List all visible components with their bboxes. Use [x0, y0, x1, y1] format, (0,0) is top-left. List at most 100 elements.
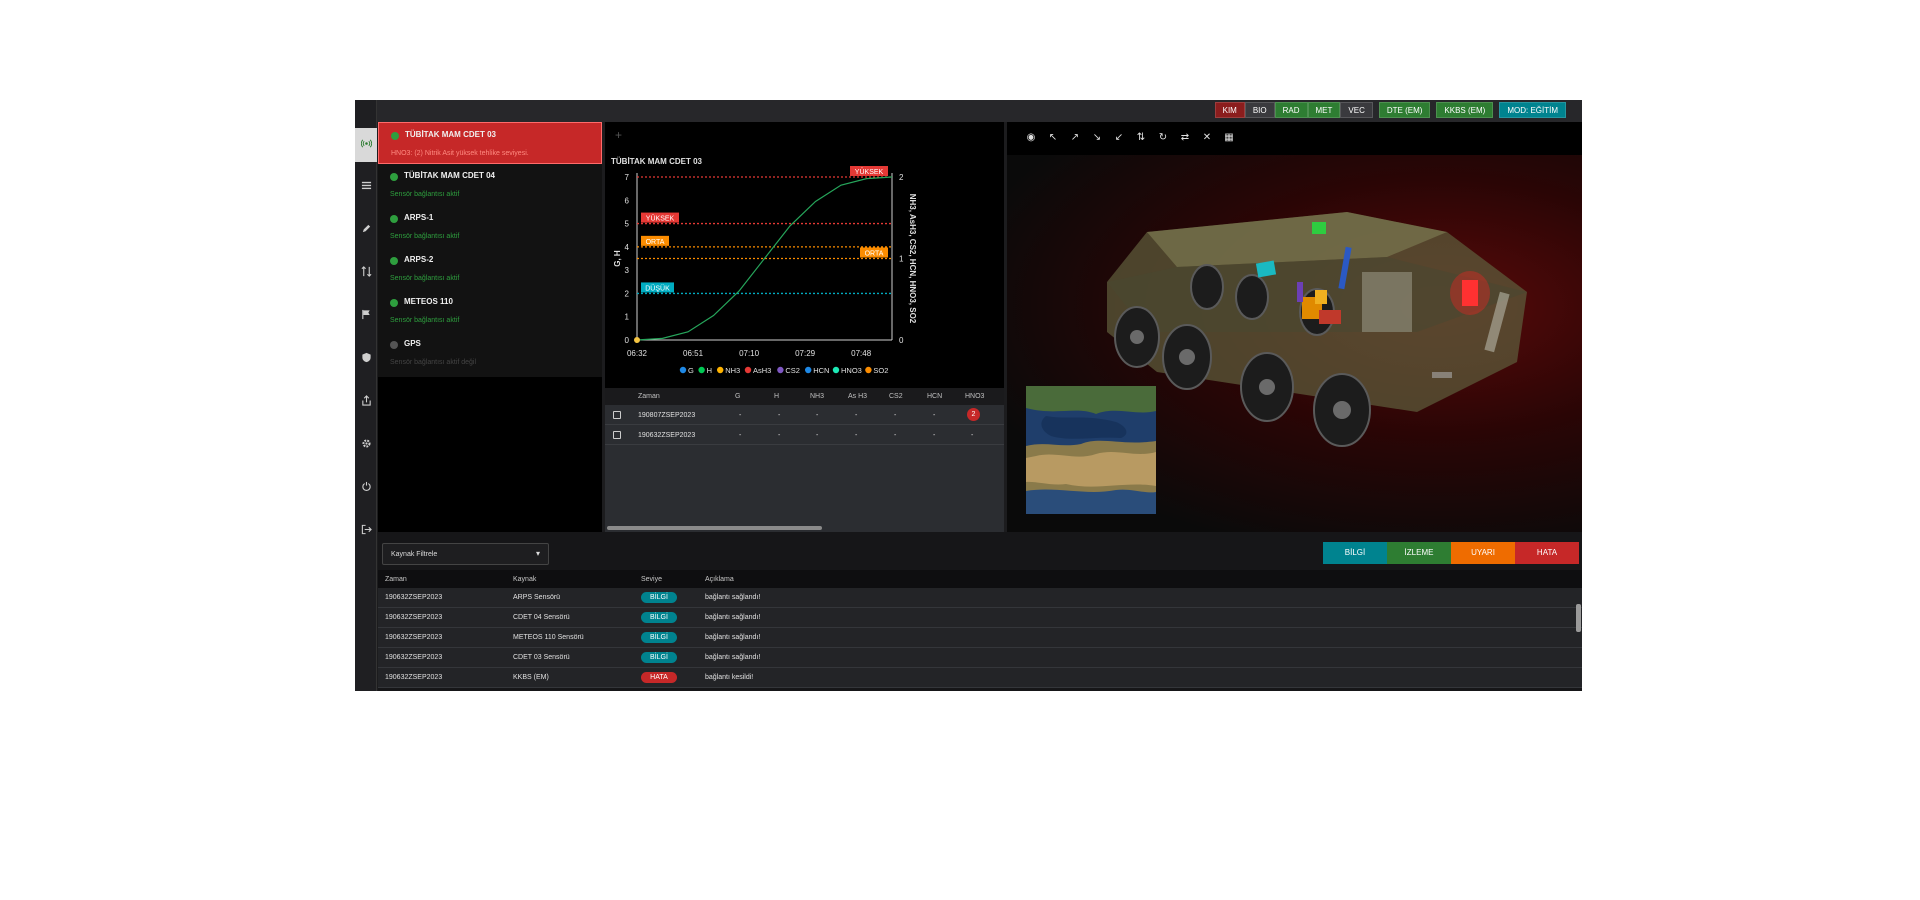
row-checkbox[interactable]: [613, 431, 621, 439]
readings-table: Zaman G H NH3 As H3 CS2 HCN HNO3 190807Z…: [605, 388, 1004, 532]
series-start-point: [634, 337, 640, 343]
mode-badge-vec[interactable]: VEC: [1340, 102, 1373, 118]
sensor-item[interactable]: ARPS-1 Sensör bağlantısı aktif: [378, 206, 602, 248]
column-header: As H3: [848, 393, 868, 400]
power-icon: [361, 481, 372, 495]
level-filter-warning[interactable]: UYARI: [1451, 542, 1515, 564]
sensor-chart: 0 1 2 3 4 5 6 7 0 1 2 06:32 06:51 07:10 07:29 07:48 G, H…: [613, 166, 917, 375]
sidebar-item-shield[interactable]: [355, 342, 377, 376]
event-log: Kaynak Filtrele ▾ BİLGİ İZLEME UYARI HAT…: [378, 532, 1582, 691]
shrink-icon[interactable]: ✕: [1201, 132, 1213, 144]
hno3-alert-badge: 2: [967, 408, 980, 421]
threshold-label: ORTA: [646, 239, 665, 246]
sidebar-item-flag[interactable]: [355, 299, 377, 333]
sensor-status-dot: [390, 257, 398, 265]
level-filter-info[interactable]: BİLGİ: [1323, 542, 1387, 564]
level-filter-monitor[interactable]: İZLEME: [1387, 542, 1451, 564]
sensor-item[interactable]: ARPS-2 Sensör bağlantısı aktif: [378, 248, 602, 290]
log-time: 190632ZSEP2023: [385, 654, 443, 661]
sidebar-item-share[interactable]: [355, 385, 377, 419]
arrow-up-right-icon[interactable]: ↗: [1069, 132, 1081, 144]
location-minimap[interactable]: [1026, 386, 1156, 514]
sensor-name: ARPS-1: [404, 213, 434, 222]
top-bar: KIM BIO RAD MET VEC DTE (EM) KKBS (EM) M…: [355, 100, 1582, 122]
share-icon: [361, 395, 372, 409]
level-filter-error[interactable]: HATA: [1515, 542, 1579, 564]
x-tick: 07:29: [795, 349, 816, 358]
legend-marker: [805, 366, 812, 374]
row-time: 190807ZSEP2023: [638, 412, 696, 419]
column-header: HCN: [927, 393, 943, 400]
mode-badge-met[interactable]: MET: [1307, 102, 1341, 118]
swap-horizontal-icon[interactable]: ⇄: [1179, 132, 1191, 144]
level-badge: BİLGİ: [641, 652, 677, 663]
arrow-down-left-icon[interactable]: ↙: [1113, 132, 1125, 144]
sensor-item[interactable]: GPS Sensör bağlantısı aktif değil: [378, 332, 602, 374]
grid-icon[interactable]: ▦: [1223, 132, 1235, 144]
legend-marker: [698, 366, 705, 374]
x-tick: 07:48: [851, 349, 872, 358]
y-tick-left: 0: [625, 336, 630, 345]
sidebar-item-edit[interactable]: [355, 213, 377, 247]
legend-label: NH3: [725, 366, 740, 375]
logout-icon: [361, 524, 372, 538]
legend-label: H: [707, 366, 712, 375]
sensor-item[interactable]: TÜBİTAK MAM CDET 04 Sensör bağlantısı ak…: [378, 164, 602, 206]
level-filter-buttons: BİLGİ İZLEME UYARI HATA: [1323, 542, 1579, 564]
dte-badge[interactable]: DTE (EM): [1378, 102, 1431, 118]
log-row[interactable]: 190632ZSEP2023 METEOS 110 Sensörü BİLGİ …: [378, 628, 1582, 648]
legend-label: HCN: [813, 366, 829, 375]
cell-value: -: [971, 432, 974, 439]
sensor-status-text: Sensör bağlantısı aktif: [390, 317, 460, 324]
table-row[interactable]: 190632ZSEP2023 - - - - - - -: [605, 425, 1004, 445]
sidebar-item-sensors[interactable]: [355, 128, 377, 162]
log-source: CDET 03 Sensörü: [513, 654, 570, 661]
log-row[interactable]: 190632ZSEP2023 CDET 04 Sensörü BİLGİ bağ…: [378, 608, 1582, 628]
log-description: bağlantı sağlandı!: [705, 614, 761, 621]
mode-badge-kim[interactable]: KIM: [1214, 102, 1245, 118]
arrow-down-right-icon[interactable]: ↘: [1091, 132, 1103, 144]
legend-marker: [865, 366, 872, 374]
sensor-name: GPS: [404, 339, 421, 348]
mode-badge-bio[interactable]: BIO: [1244, 102, 1275, 118]
rotate-icon[interactable]: ↻: [1157, 132, 1169, 144]
sensor-name: METEOS 110: [404, 297, 453, 306]
vehicle-3d-view[interactable]: ◉ ↖ ↗ ↘ ↙ ⇅ ↻ ⇄ ✕ ▦: [1007, 122, 1582, 532]
status-badges: KIM BIO RAD MET VEC DTE (EM) KKBS (EM) M…: [1214, 102, 1566, 118]
horizontal-scrollbar[interactable]: [607, 526, 822, 530]
legend-label: CS2: [785, 366, 800, 375]
arrow-up-left-icon[interactable]: ↖: [1047, 132, 1059, 144]
sensor-item[interactable]: METEOS 110 Sensör bağlantısı aktif: [378, 290, 602, 332]
eye-icon[interactable]: ◉: [1025, 132, 1037, 144]
log-row[interactable]: 190632ZSEP2023 KKBS (EM) HATA bağlantı k…: [378, 668, 1582, 688]
y-tick-left: 4: [625, 243, 630, 252]
source-filter-label: Kaynak Filtrele: [391, 551, 438, 558]
sort-icon: [361, 266, 372, 280]
sidebar-item-power[interactable]: [355, 471, 377, 505]
y-tick-left: 1: [625, 313, 630, 322]
cell-value: -: [894, 412, 897, 419]
row-checkbox[interactable]: [613, 411, 621, 419]
legend-label: AsH3: [753, 366, 771, 375]
sidebar-item-sort[interactable]: [355, 256, 377, 290]
kkbs-badge[interactable]: KKBS (EM): [1436, 102, 1494, 118]
sidebar-item-list[interactable]: [355, 170, 377, 204]
sensor-item[interactable]: TÜBİTAK MAM CDET 03 HNO3: (2) Nitrik Asi…: [378, 122, 602, 164]
log-row[interactable]: 190632ZSEP2023 ARPS Sensörü BİLGİ bağlan…: [378, 588, 1582, 608]
threshold-label: DÜŞÜK: [645, 284, 670, 292]
y-tick-right: 1: [899, 255, 904, 264]
sidebar-item-settings[interactable]: [355, 428, 377, 462]
sensor-status-dot: [391, 132, 399, 140]
vertical-scrollbar[interactable]: [1576, 604, 1581, 632]
log-row[interactable]: 190632ZSEP2023 CDET 03 Sensörü BİLGİ bağ…: [378, 648, 1582, 668]
sidebar-item-logout[interactable]: [355, 514, 377, 548]
legend-label: G: [688, 366, 694, 375]
y-tick-left: 6: [625, 196, 630, 205]
training-mode-badge[interactable]: MOD: EĞİTİM: [1499, 102, 1566, 118]
table-row[interactable]: 190807ZSEP2023 - - - - - - 2: [605, 405, 1004, 425]
swap-vertical-icon[interactable]: ⇅: [1135, 132, 1147, 144]
mode-badge-rad[interactable]: RAD: [1274, 102, 1308, 118]
source-filter-select[interactable]: Kaynak Filtrele ▾: [382, 543, 549, 565]
sensor-status-dot: [390, 215, 398, 223]
level-badge: BİLGİ: [641, 632, 677, 643]
